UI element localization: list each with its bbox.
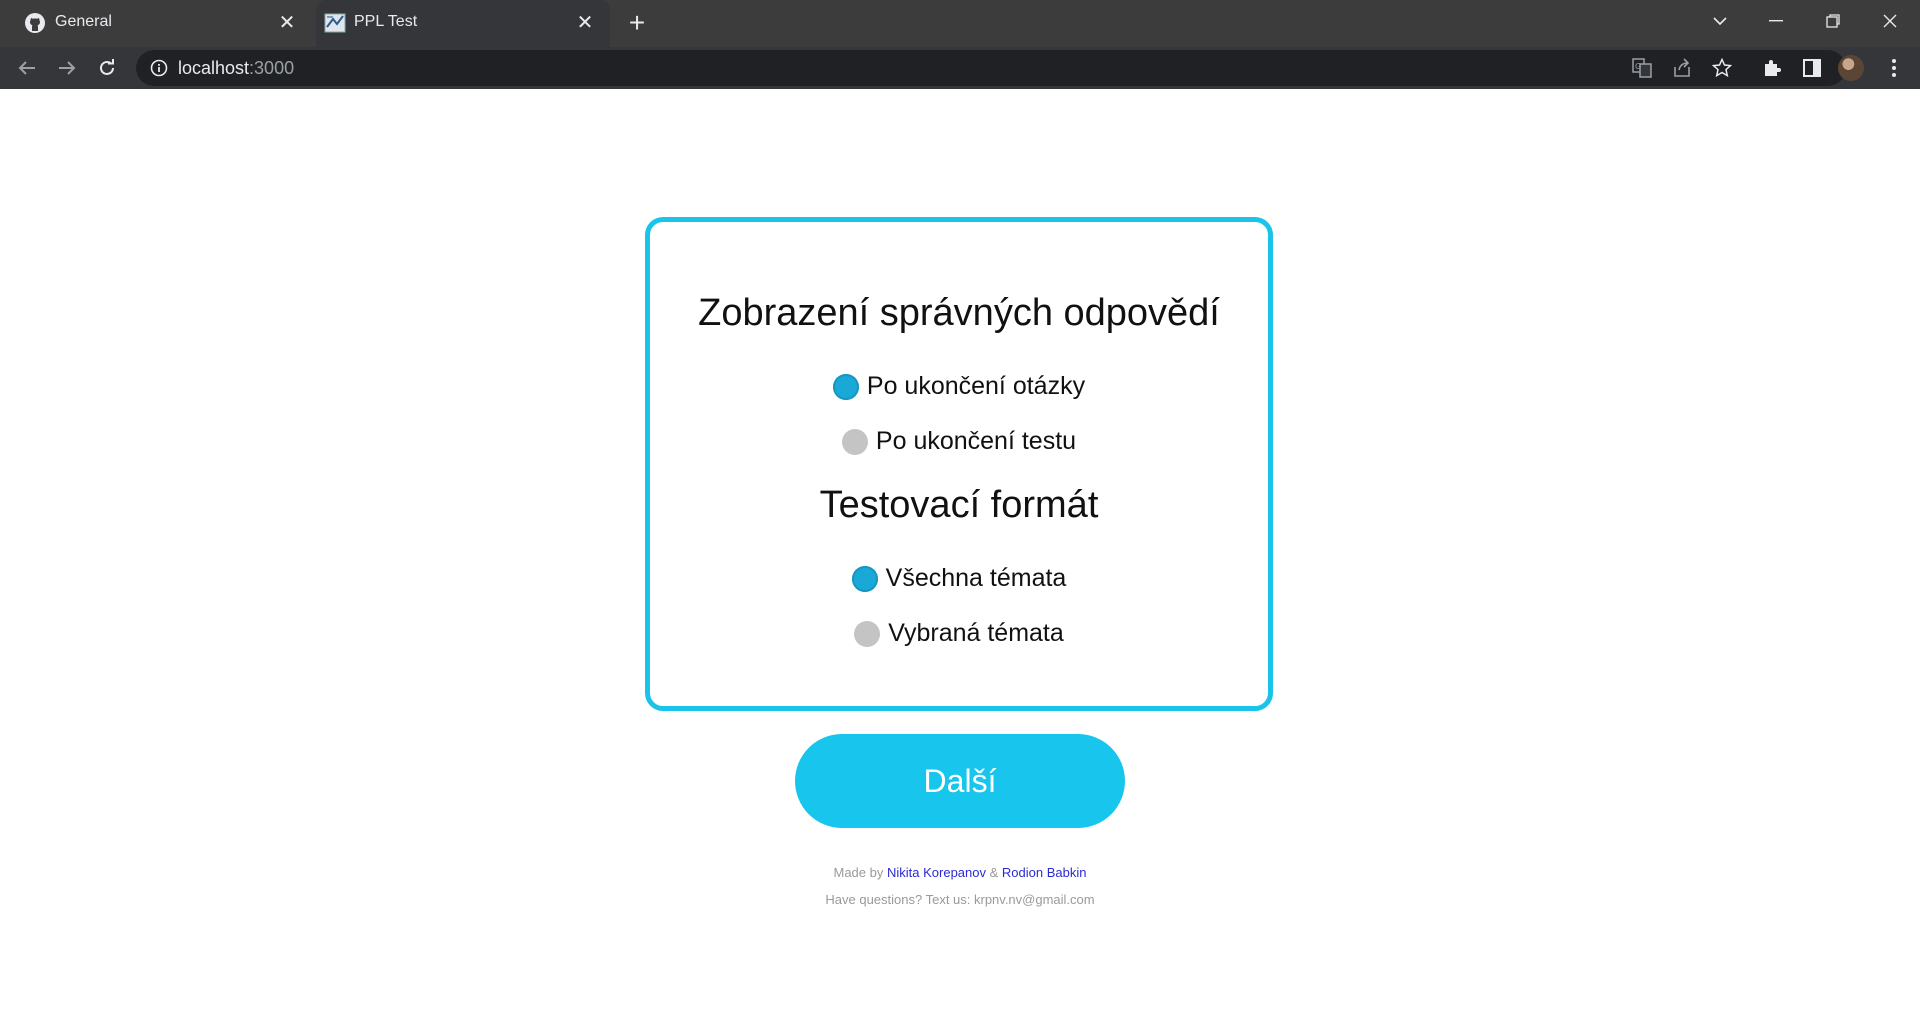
credits-line: Made by Nikita Korepanov & Rodion Babkin [0, 865, 1920, 880]
address-bar[interactable]: localhost:3000 [136, 50, 1846, 86]
reload-icon[interactable] [92, 53, 122, 83]
forward-icon[interactable] [52, 53, 82, 83]
answers-section-title: Zobrazení správných odpovědí [698, 292, 1220, 334]
url-text[interactable]: localhost:3000 [178, 58, 294, 79]
menu-icon[interactable] [1880, 54, 1908, 82]
profile-avatar[interactable] [1838, 55, 1864, 81]
option-label: Všechna témata [885, 564, 1067, 592]
share-icon[interactable] [1668, 54, 1696, 82]
close-icon[interactable]: ✕ [276, 11, 298, 34]
answers-option-after-question[interactable]: Po ukončení otázky [650, 372, 1268, 401]
format-section-title: Testovací formát [819, 484, 1099, 526]
radio-selected[interactable] [832, 373, 859, 400]
info-icon[interactable] [150, 59, 168, 77]
side-panel-icon[interactable] [1798, 54, 1826, 82]
ampersand: & [989, 865, 999, 880]
github-icon [24, 12, 46, 34]
svg-text:G: G [1635, 62, 1641, 71]
author-link-rodion[interactable]: Rodion Babkin [1002, 865, 1087, 880]
option-label: Po ukončení otázky [866, 372, 1086, 400]
radio-selected[interactable] [851, 565, 878, 592]
close-icon[interactable]: ✕ [574, 11, 596, 34]
radio-unselected[interactable] [841, 428, 868, 455]
tab-title: General [55, 13, 112, 30]
minimize-icon[interactable] [1758, 6, 1794, 36]
tab-ppl-test[interactable]: PPL Test ✕ [316, 0, 610, 47]
bookmark-star-icon[interactable] [1708, 54, 1736, 82]
browser-tab-strip: General ✕ PPL Test ✕ + [0, 0, 1920, 47]
next-button[interactable]: Další [795, 734, 1125, 828]
format-option-all-topics[interactable]: Všechna témata [650, 564, 1268, 593]
contact-line: Have questions? Text us: krpnv.nv@gmail.… [825, 892, 1095, 907]
answers-option-after-test[interactable]: Po ukončení testu [650, 427, 1268, 456]
tab-search-icon[interactable] [1702, 6, 1738, 36]
page-favicon [324, 12, 346, 34]
tab-general[interactable]: General ✕ [0, 0, 312, 47]
format-option-selected-topics[interactable]: Vybraná témata [650, 619, 1268, 648]
option-label: Po ukončení testu [875, 427, 1077, 455]
author-link-nikita[interactable]: Nikita Korepanov [887, 865, 986, 880]
restore-icon[interactable] [1815, 6, 1851, 36]
translate-icon[interactable]: G [1628, 54, 1656, 82]
made-by-text: Made by [833, 865, 884, 880]
tab-title: PPL Test [354, 13, 418, 30]
close-window-icon[interactable] [1872, 6, 1908, 36]
option-label: Vybraná témata [888, 619, 1064, 647]
browser-toolbar: localhost:3000 G [0, 47, 1920, 89]
back-icon[interactable] [12, 53, 42, 83]
settings-card: Zobrazení správných odpovědí Po ukončení… [645, 217, 1273, 711]
extensions-icon[interactable] [1758, 54, 1786, 82]
new-tab-icon[interactable]: + [622, 7, 652, 38]
radio-unselected[interactable] [854, 620, 881, 647]
